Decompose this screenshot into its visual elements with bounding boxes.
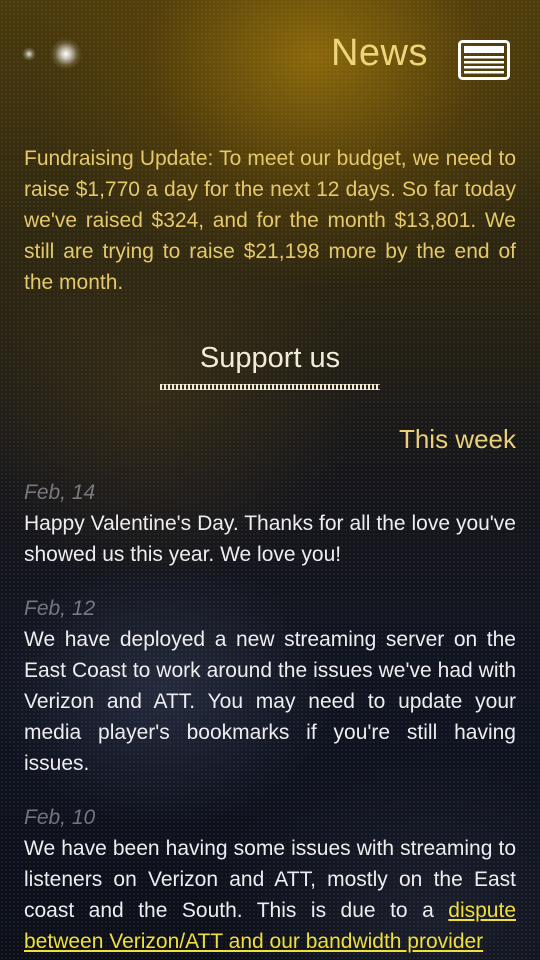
news-feed: Feb, 14 Happy Valentine's Day. Thanks fo… bbox=[24, 478, 516, 960]
page-dot-inactive-icon bbox=[22, 47, 36, 61]
news-entry: Feb, 12 We have deployed a new streaming… bbox=[24, 594, 516, 779]
news-entry-date: Feb, 10 bbox=[24, 806, 96, 829]
page-indicator-dots-icon bbox=[20, 38, 90, 72]
support-us-button[interactable]: Support us bbox=[160, 338, 380, 390]
header: News bbox=[0, 0, 540, 110]
news-entry-date: Feb, 12 bbox=[24, 597, 96, 620]
news-entry: Feb, 14 Happy Valentine's Day. Thanks fo… bbox=[24, 478, 516, 570]
page-title: News bbox=[330, 32, 428, 74]
news-entry-text: Happy Valentine's Day. Thanks for all th… bbox=[24, 512, 516, 566]
news-entry-text: We have deployed a new streaming server … bbox=[24, 628, 516, 775]
news-entry-text: We have been having some issues with str… bbox=[24, 833, 516, 957]
fundraising-notice: Fundraising Update: To meet our budget, … bbox=[24, 147, 516, 294]
support-us-underline bbox=[160, 384, 380, 390]
newspaper-icon[interactable] bbox=[458, 40, 510, 80]
news-entry-date: Feb, 14 bbox=[24, 481, 96, 504]
news-entry: Feb, 10 We have been having some issues … bbox=[24, 803, 516, 957]
news-entry-text-part: We have been having some issues with str… bbox=[24, 837, 516, 922]
page-dot-active-icon bbox=[50, 38, 82, 70]
support-us-label: Support us bbox=[199, 342, 341, 374]
section-heading-this-week: This week bbox=[398, 424, 516, 454]
